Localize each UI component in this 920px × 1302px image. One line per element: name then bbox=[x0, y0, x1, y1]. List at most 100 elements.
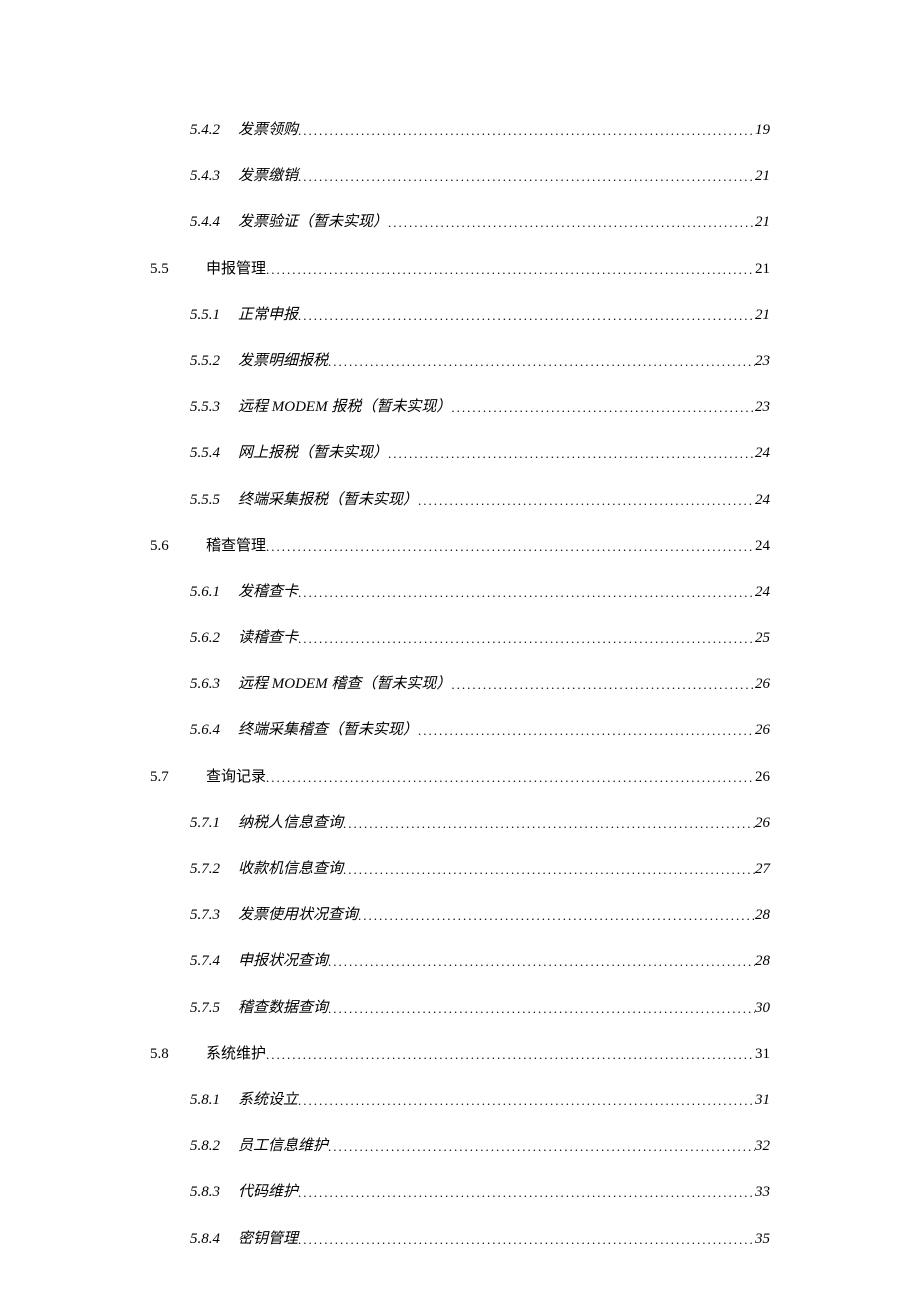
toc-number: 5.4.3 bbox=[190, 168, 238, 185]
toc-entry: 5.6.3远程 MODEM 稽查（暂未实现）26 bbox=[190, 672, 770, 693]
toc-entry: 5.7.5稽查数据查询30 bbox=[190, 996, 770, 1017]
toc-title: 读稽查卡 bbox=[238, 626, 298, 647]
toc-entry: 5.4.3发票缴销 21 bbox=[190, 164, 770, 185]
toc-page-number: 21 bbox=[755, 214, 770, 231]
toc-title: 远程 MODEM 报税（暂未实现） bbox=[238, 395, 451, 416]
toc-leader-dots bbox=[298, 1232, 755, 1248]
toc-entry: 5.6.2读稽查卡 25 bbox=[190, 626, 770, 647]
toc-title: 发票明细报税 bbox=[238, 349, 328, 370]
toc-number: 5.5.1 bbox=[190, 307, 238, 324]
toc-title: 代码维护 bbox=[238, 1180, 298, 1201]
toc-number: 5.7.2 bbox=[190, 861, 238, 878]
toc-number: 5.6.2 bbox=[190, 630, 238, 647]
toc-page-number: 24 bbox=[755, 492, 770, 509]
toc-entry: 5.5.3远程 MODEM 报税（暂未实现）23 bbox=[190, 395, 770, 416]
toc-leader-dots bbox=[388, 215, 755, 231]
toc-leader-dots bbox=[298, 169, 755, 185]
toc-leader-dots bbox=[298, 1185, 755, 1201]
toc-page-number: 31 bbox=[755, 1046, 770, 1063]
toc-page-number: 26 bbox=[755, 815, 770, 832]
toc-title: 发票使用状况查询 bbox=[238, 903, 358, 924]
toc-title: 员工信息维护 bbox=[238, 1134, 328, 1155]
toc-leader-dots bbox=[343, 816, 755, 832]
toc-entry: 5.4.2发票领购19 bbox=[190, 118, 770, 139]
toc-page-number: 24 bbox=[755, 445, 770, 462]
toc-entry: 5.5.1正常申报 21 bbox=[190, 303, 770, 324]
toc-number: 5.6.1 bbox=[190, 584, 238, 601]
toc-entry: 5.7.3发票使用状况查询28 bbox=[190, 903, 770, 924]
toc-leader-dots bbox=[266, 1047, 755, 1063]
toc-title: 发票缴销 bbox=[238, 164, 298, 185]
toc-leader-dots bbox=[418, 493, 755, 509]
toc-number: 5.5 bbox=[150, 261, 206, 278]
toc-page-number: 26 bbox=[755, 676, 770, 693]
table-of-contents: 5.4.2发票领购195.4.3发票缴销215.4.4发票验证（暂未实现）215… bbox=[150, 118, 770, 1273]
toc-leader-dots bbox=[328, 954, 755, 970]
toc-leader-dots bbox=[298, 631, 755, 647]
toc-page-number: 32 bbox=[755, 1138, 770, 1155]
toc-leader-dots bbox=[266, 770, 755, 786]
toc-leader-dots bbox=[298, 308, 755, 324]
toc-leader-dots bbox=[266, 539, 755, 555]
toc-number: 5.8 bbox=[150, 1046, 206, 1063]
toc-number: 5.4.2 bbox=[190, 122, 238, 139]
toc-page-number: 33 bbox=[755, 1184, 770, 1201]
toc-page-number: 27 bbox=[755, 861, 770, 878]
toc-number: 5.8.1 bbox=[190, 1092, 238, 1109]
toc-entry: 5.5.2发票明细报税23 bbox=[190, 349, 770, 370]
toc-page-number: 21 bbox=[755, 168, 770, 185]
toc-page-number: 35 bbox=[755, 1231, 770, 1248]
toc-title: 密钥管理 bbox=[238, 1227, 298, 1248]
toc-title: 网上报税（暂未实现） bbox=[238, 441, 388, 462]
toc-leader-dots bbox=[328, 354, 755, 370]
toc-title: 申报状况查询 bbox=[238, 949, 328, 970]
toc-title: 终端采集报税（暂未实现） bbox=[238, 488, 418, 509]
toc-number: 5.7.1 bbox=[190, 815, 238, 832]
toc-entry: 5.8.3代码维护33 bbox=[190, 1180, 770, 1201]
toc-page-number: 19 bbox=[755, 122, 770, 139]
toc-title: 发稽查卡 bbox=[238, 580, 298, 601]
toc-title: 系统设立 bbox=[238, 1088, 298, 1109]
toc-page-number: 28 bbox=[755, 953, 770, 970]
toc-entry: 5.6.1发稽查卡 24 bbox=[190, 580, 770, 601]
toc-title: 收款机信息查询 bbox=[238, 857, 343, 878]
toc-entry: 5.7查询记录26 bbox=[150, 765, 770, 786]
toc-title: 正常申报 bbox=[238, 303, 298, 324]
toc-page-number: 21 bbox=[755, 307, 770, 324]
toc-entry: 5.5申报管理21 bbox=[150, 257, 770, 278]
toc-entry: 5.8.4密钥管理35 bbox=[190, 1227, 770, 1248]
toc-page-number: 23 bbox=[755, 399, 770, 416]
toc-title: 发票验证（暂未实现） bbox=[238, 210, 388, 231]
toc-title: 稽查数据查询 bbox=[238, 996, 328, 1017]
toc-entry: 5.7.4申报状况查询 28 bbox=[190, 949, 770, 970]
toc-leader-dots bbox=[343, 862, 755, 878]
toc-entry: 5.7.2收款机信息查询 27 bbox=[190, 857, 770, 878]
toc-entry: 5.6稽查管理 24 bbox=[150, 534, 770, 555]
toc-title: 申报管理 bbox=[206, 257, 266, 278]
toc-number: 5.6.4 bbox=[190, 722, 238, 739]
toc-number: 5.5.4 bbox=[190, 445, 238, 462]
toc-entry: 5.7.1纳税人信息查询 26 bbox=[190, 811, 770, 832]
toc-number: 5.7.4 bbox=[190, 953, 238, 970]
toc-title: 稽查管理 bbox=[206, 534, 266, 555]
toc-leader-dots bbox=[388, 446, 755, 462]
toc-entry: 5.5.5终端采集报税（暂未实现）24 bbox=[190, 488, 770, 509]
toc-leader-dots bbox=[328, 1139, 755, 1155]
toc-page-number: 30 bbox=[755, 1000, 770, 1017]
toc-title: 纳税人信息查询 bbox=[238, 811, 343, 832]
toc-entry: 5.5.4网上报税（暂未实现） 24 bbox=[190, 441, 770, 462]
toc-page-number: 23 bbox=[755, 353, 770, 370]
toc-number: 5.6 bbox=[150, 538, 206, 555]
toc-leader-dots bbox=[451, 400, 755, 416]
toc-number: 5.6.3 bbox=[190, 676, 238, 693]
toc-number: 5.7 bbox=[150, 769, 206, 786]
toc-page-number: 24 bbox=[755, 584, 770, 601]
toc-page-number: 25 bbox=[755, 630, 770, 647]
toc-page-number: 31 bbox=[755, 1092, 770, 1109]
toc-page-number: 24 bbox=[755, 538, 770, 555]
toc-entry: 5.8.1系统设立 31 bbox=[190, 1088, 770, 1109]
toc-leader-dots bbox=[298, 1093, 755, 1109]
toc-entry: 5.4.4发票验证（暂未实现）21 bbox=[190, 210, 770, 231]
toc-title: 系统维护 bbox=[206, 1042, 266, 1063]
toc-entry: 5.8系统维护 31 bbox=[150, 1042, 770, 1063]
